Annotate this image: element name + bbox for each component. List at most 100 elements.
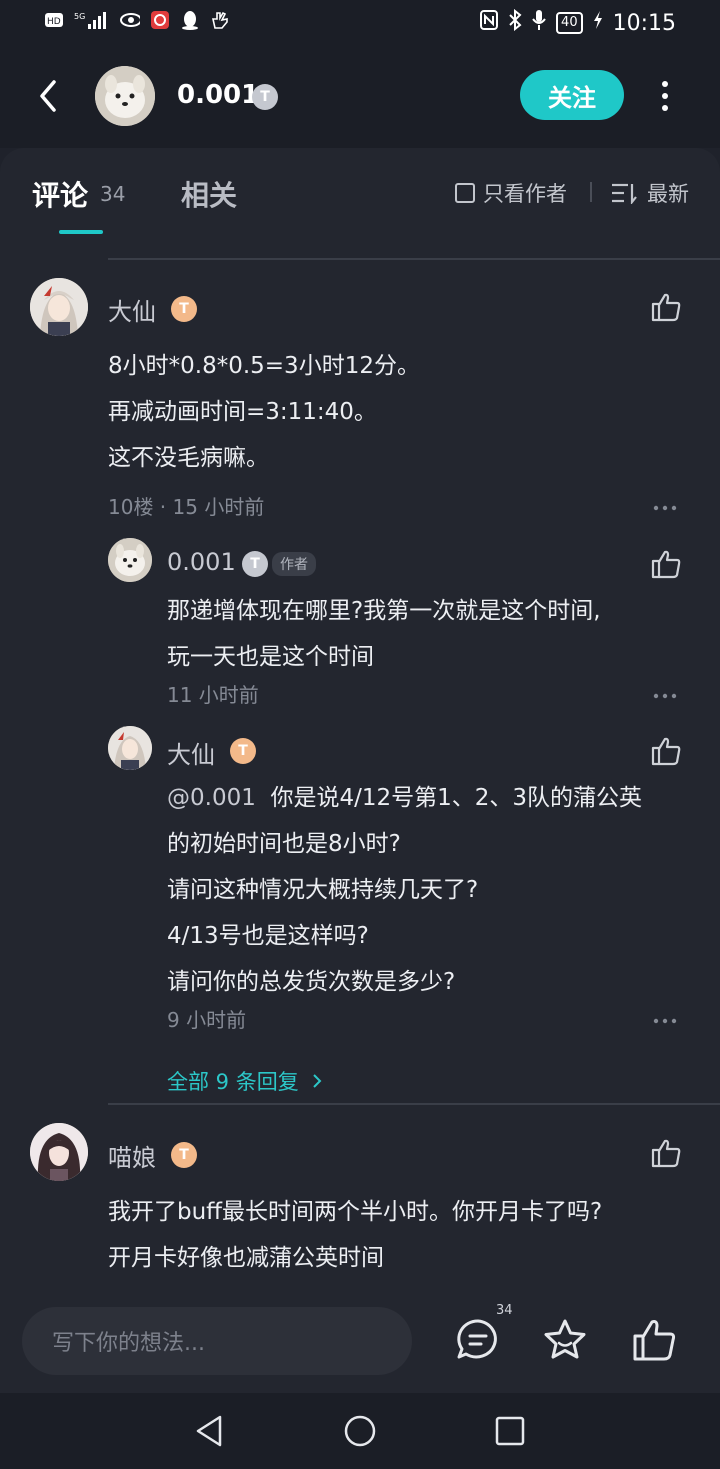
comment-text-line: 开月卡好像也减蒲公英时间 [108, 1245, 384, 1271]
reply-text-line: 请问你的总发货次数是多少? [167, 969, 456, 995]
more-options-button[interactable] [654, 78, 676, 114]
nav-back-button[interactable] [192, 1413, 228, 1449]
follow-button[interactable]: 关注 [520, 70, 624, 120]
user-avatar[interactable] [108, 538, 152, 582]
thumbs-up-icon [651, 550, 681, 579]
reply-text-line: 的初始时间也是8小时? [167, 831, 401, 857]
comment-more-button[interactable] [653, 498, 677, 511]
comments-button[interactable] [455, 1317, 501, 1363]
nav-home-button[interactable] [342, 1413, 378, 1449]
sort-icon [612, 183, 637, 204]
username[interactable]: 大仙 [167, 735, 215, 770]
charging-icon [593, 10, 603, 36]
square-recents-icon [495, 1416, 525, 1446]
like-post-button[interactable] [631, 1317, 677, 1363]
comment-bubble-icon [457, 1319, 497, 1359]
network-label: 5G [74, 12, 85, 21]
anime-avatar-icon [30, 278, 88, 336]
nfc-icon [480, 10, 499, 36]
like-button[interactable] [650, 548, 682, 580]
system-nav-bar [0, 1393, 720, 1469]
section-divider [108, 258, 720, 260]
reply-more-button[interactable] [653, 1011, 677, 1024]
username[interactable]: 0.001 [167, 548, 236, 576]
circle-home-icon [344, 1415, 376, 1447]
thumbs-up-icon [651, 737, 681, 766]
dog-avatar-icon [95, 66, 155, 126]
star-icon [544, 1319, 586, 1359]
mention-link[interactable]: @0.001 [167, 785, 256, 811]
tab-related[interactable]: 相关 [181, 174, 237, 214]
username[interactable]: 大仙 [108, 292, 156, 327]
author-avatar[interactable] [95, 66, 155, 126]
reply-text-line: 玩一天也是这个时间 [167, 644, 374, 670]
reply-text-line: 4/13号也是这样吗? [167, 923, 369, 949]
comments-sheet: 评论 34 相关 只看作者 最新 大仙 T 8小时*0.8*0.5=3小时12分… [0, 148, 720, 1393]
anime-avatar-icon [30, 1123, 88, 1181]
dog-avatar-icon [108, 538, 152, 582]
reply-text: 你是说4/12号第1、2、3队的蒲公英 [270, 785, 643, 811]
reply-more-button[interactable] [653, 686, 677, 699]
user-avatar[interactable] [30, 1123, 88, 1181]
signal-icon: 5G [74, 10, 110, 30]
tab-comments[interactable]: 评论 [32, 174, 88, 214]
battery-icon: 40 [556, 12, 583, 34]
nav-recents-button[interactable] [492, 1413, 528, 1449]
tab-indicator [59, 230, 103, 234]
author-name[interactable]: 0.001 [177, 80, 259, 110]
checkbox-icon[interactable] [455, 183, 475, 203]
horizontal-dots-icon [653, 505, 677, 511]
author-tag: 作者 [272, 552, 316, 576]
level-badge-icon: T [171, 296, 197, 322]
level-badge-icon: T [252, 84, 278, 110]
comments-count: 34 [100, 182, 126, 206]
level-badge-icon: T [230, 738, 256, 764]
anime-avatar-icon [108, 726, 152, 770]
bluetooth-icon [508, 8, 522, 37]
sort-button[interactable]: 最新 [611, 178, 689, 208]
tab-bar: 评论 34 相关 只看作者 最新 [0, 148, 720, 258]
username[interactable]: 喵娘 [108, 1138, 156, 1173]
chevron-left-icon [40, 80, 56, 112]
comment-text-line: 再减动画时间=3:11:40。 [108, 399, 377, 425]
thumbs-up-icon [651, 293, 681, 322]
comment-text-line: 这不没毛病嘛。 [108, 445, 269, 471]
status-left-icons: HD 5G [44, 10, 230, 30]
comment-count-badge: 34 [496, 1303, 513, 1318]
level-badge-icon: T [242, 551, 268, 577]
eye-icon [120, 10, 140, 30]
reply-text-line: @0.001 你是说4/12号第1、2、3队的蒲公英 [167, 778, 642, 812]
like-button[interactable] [650, 1137, 682, 1169]
vertical-dots-icon [662, 81, 668, 111]
comment-action-bar: 写下你的想法... 34 [0, 1293, 720, 1393]
post-header: 0.001 T 关注 [0, 44, 720, 148]
microphone-icon [532, 9, 546, 37]
user-avatar[interactable] [30, 278, 88, 336]
hand-icon [210, 10, 230, 30]
level-badge-icon: T [171, 1142, 197, 1168]
user-avatar[interactable] [108, 726, 152, 770]
reply-text-line: 那递增体现在哪里?我第一次就是这个时间, [167, 598, 601, 624]
hd-icon: HD [44, 10, 64, 30]
sort-label: 最新 [647, 182, 689, 206]
back-button[interactable] [30, 76, 70, 116]
thumbs-up-icon [633, 1320, 676, 1361]
comment-text-line: 8小时*0.8*0.5=3小时12分。 [108, 353, 420, 379]
favorite-button[interactable] [542, 1317, 588, 1363]
author-only-filter[interactable]: 只看作者 [455, 178, 567, 208]
more-replies-link[interactable]: 全部 9 条回复 [167, 1066, 323, 1096]
more-replies-label: 全部 9 条回复 [167, 1070, 299, 1094]
status-time: 10:15 [612, 10, 676, 36]
comment-text-line: 我开了buff最长时间两个半小时。你开月卡了吗? [108, 1199, 603, 1225]
thumbs-up-icon [651, 1139, 681, 1168]
triangle-back-icon [196, 1415, 222, 1447]
comment-input[interactable]: 写下你的想法... [22, 1307, 412, 1375]
horizontal-dots-icon [653, 1018, 677, 1024]
like-button[interactable] [650, 735, 682, 767]
like-button[interactable] [650, 291, 682, 323]
svg-text:HD: HD [47, 17, 61, 27]
reply-text-line: 请问这种情况大概持续几天了? [167, 877, 479, 903]
qq-icon [180, 10, 200, 30]
horizontal-dots-icon [653, 693, 677, 699]
section-divider [108, 1103, 720, 1105]
